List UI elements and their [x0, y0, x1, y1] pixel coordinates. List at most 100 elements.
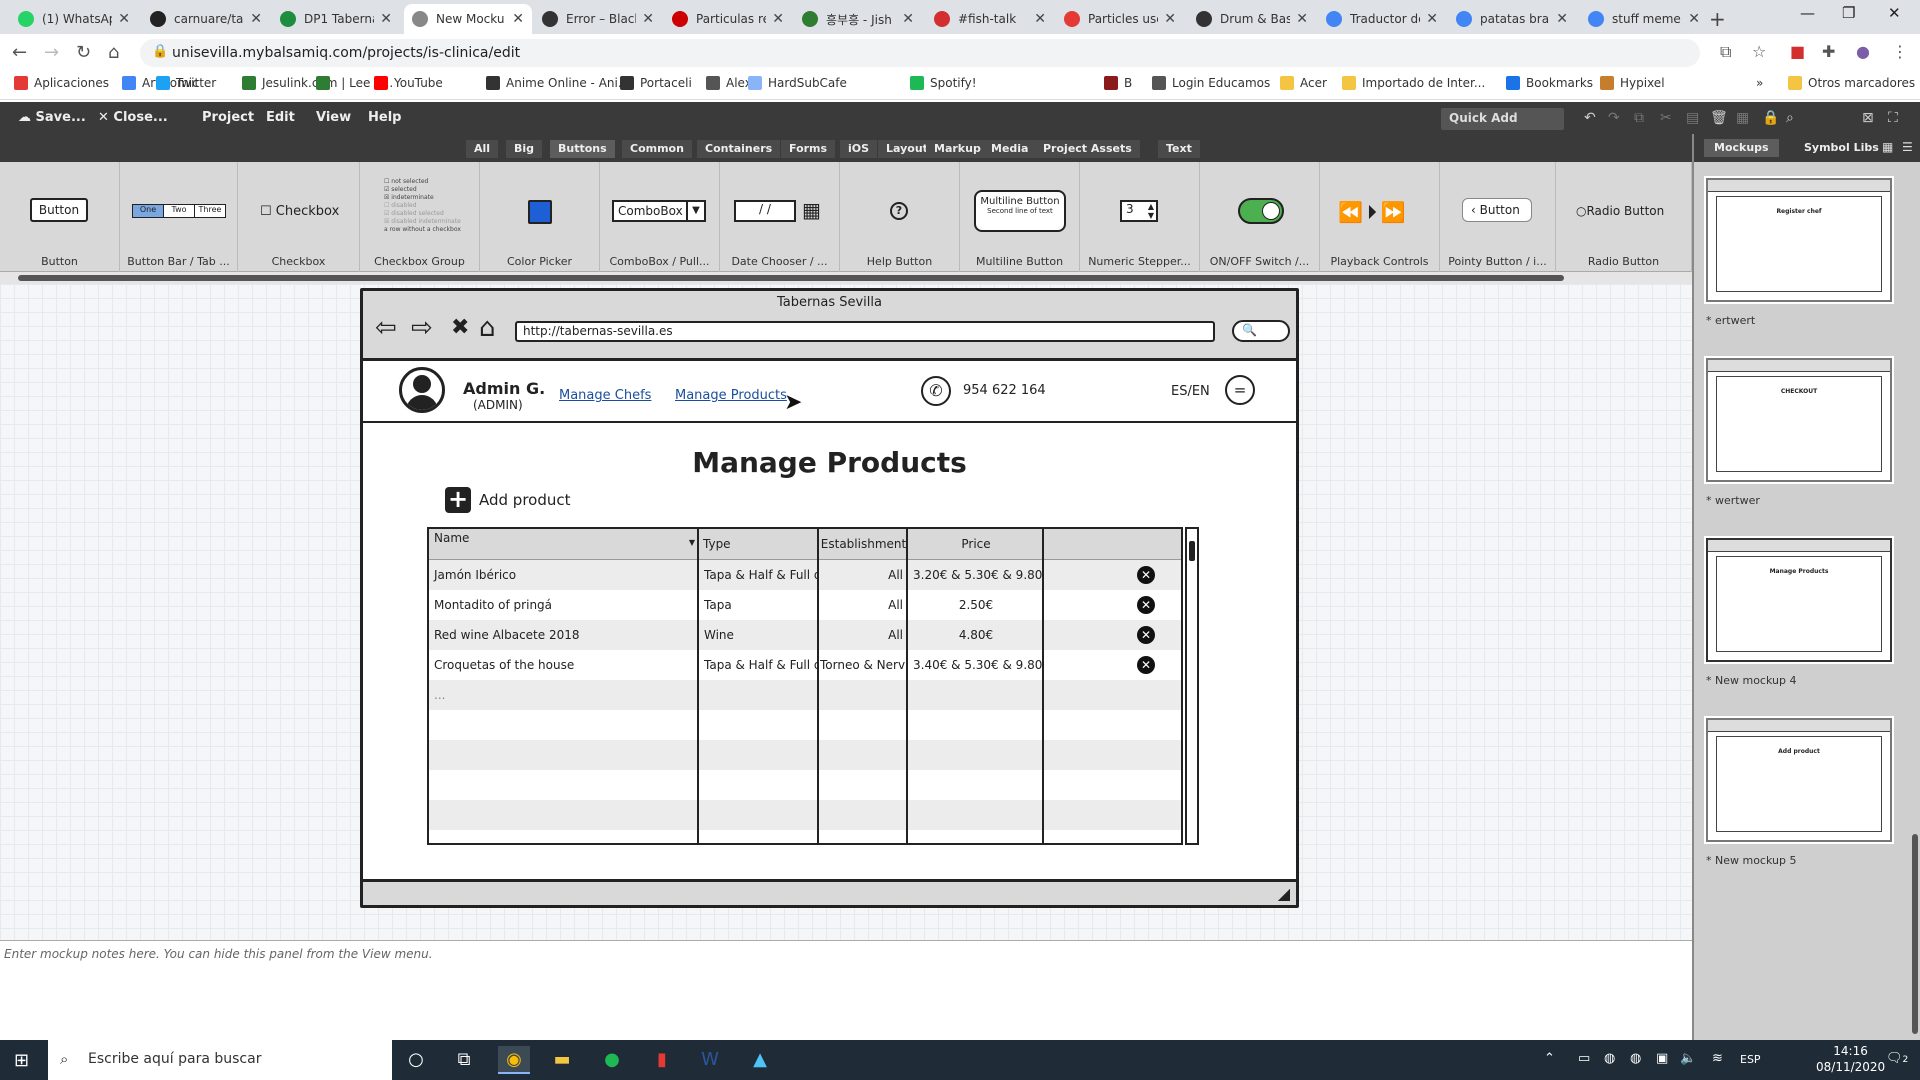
bookmark-item[interactable]: Aplicaciones	[14, 76, 109, 90]
undo-icon[interactable]: ↶	[1584, 110, 1596, 126]
table-row[interactable]: Croquetas of the house Tapa & Half & Ful…	[429, 650, 1181, 680]
lib-date-chooser[interactable]: / / ▦ Date Chooser / ...	[720, 162, 840, 272]
bookmark-item[interactable]	[316, 76, 336, 90]
list-view-icon[interactable]: ☰	[1902, 140, 1913, 154]
products-table[interactable]: Name ▼ Type Establishment Price Jamón Ibé…	[427, 527, 1183, 845]
lib-on-off-switch[interactable]: ON/OFF Switch /...	[1200, 162, 1320, 272]
tab-close-icon[interactable]: ✕	[250, 11, 262, 27]
zoom-icon[interactable]: ⌕	[1786, 110, 1794, 126]
browser-tab[interactable]: (1) WhatsAp ✕	[10, 4, 138, 34]
lib-help-button[interactable]: ? Help Button	[840, 162, 960, 272]
bookmark-item[interactable]: Twitter	[156, 76, 216, 90]
browser-tab[interactable]: Traductor de ✕	[1318, 4, 1446, 34]
tray-app-icon[interactable]: ◍	[1604, 1051, 1615, 1066]
lib-button-bar[interactable]: One Two Three Button Bar / Tab ...	[120, 162, 238, 272]
category-tab[interactable]: All	[466, 140, 499, 158]
tab-close-icon[interactable]: ✕	[902, 11, 914, 27]
word-icon[interactable]: W	[694, 1046, 726, 1074]
restore-icon[interactable]: ❐	[1842, 4, 1855, 22]
lib-button[interactable]: Button Button	[0, 162, 120, 272]
tab-close-icon[interactable]: ✕	[380, 11, 392, 27]
display-icon[interactable]: ▣	[1656, 1051, 1668, 1066]
wifi-icon[interactable]: ≋	[1712, 1051, 1723, 1066]
language-switch[interactable]: ES/EN	[1171, 384, 1210, 399]
grid-view-icon[interactable]: ▦	[1882, 140, 1893, 154]
category-tab[interactable]: iOS	[840, 140, 878, 158]
close-button[interactable]: ✕ Close...	[98, 110, 168, 125]
lib-pointy-button[interactable]: ‹ Button Pointy Button / i...	[1440, 162, 1556, 272]
bookmark-item[interactable]: Anime Online - Ani...	[486, 76, 629, 90]
browser-tab[interactable]: New Mocku ✕	[404, 4, 532, 34]
menu-edit[interactable]: Edit	[266, 110, 295, 125]
mockup-thumbnail-active[interactable]: Manage Products	[1706, 538, 1892, 662]
category-tab[interactable]: Containers	[697, 140, 781, 158]
browser-tab[interactable]: patatas bra ✕	[1448, 4, 1576, 34]
category-tab[interactable]: Big	[506, 140, 543, 158]
browser-tab[interactable]: Error – Black ✕	[534, 4, 662, 34]
address-bar[interactable]: 🔒 unisevilla.mybalsamiq.com/projects/is-…	[140, 39, 1700, 67]
browser-tab[interactable]: Particles use ✕	[1056, 4, 1184, 34]
tab-close-icon[interactable]: ✕	[1426, 11, 1438, 27]
library-scroll-thumb[interactable]	[18, 275, 1564, 281]
mockup-label[interactable]: * New mockup 5	[1706, 854, 1796, 867]
clock[interactable]: 14:16 08/11/2020	[1816, 1043, 1885, 1075]
bookmark-item[interactable]: Acer	[1280, 76, 1327, 90]
menu-help[interactable]: Help	[368, 110, 401, 125]
library-scrollbar[interactable]	[0, 272, 1692, 284]
minimize-icon[interactable]: —	[1800, 4, 1815, 22]
tab-close-icon[interactable]: ✕	[512, 11, 524, 27]
col-header-price[interactable]: Price	[908, 529, 1044, 560]
tab-close-icon[interactable]: ✕	[1556, 11, 1568, 27]
battery-icon[interactable]: ▭	[1578, 1051, 1590, 1066]
new-tab-button[interactable]: +	[1709, 7, 1726, 31]
col-header-type[interactable]: Type	[699, 529, 819, 560]
menu-project[interactable]: Project	[202, 110, 254, 125]
tab-close-icon[interactable]: ✕	[772, 11, 784, 27]
other-bookmarks[interactable]: Otros marcadores	[1788, 76, 1915, 90]
mockup-browser-window[interactable]: Tabernas Sevilla ⇦ ⇨ ✖ ⌂ http://tabernas…	[360, 288, 1299, 908]
lock-element-icon[interactable]: 🔒	[1762, 110, 1779, 126]
table-row[interactable]: ...	[429, 680, 1181, 710]
tab-symbol-libs[interactable]: Symbol Libs	[1794, 139, 1889, 157]
delete-row-icon[interactable]: ✕	[1137, 566, 1155, 584]
col-header-establishment[interactable]: Establishment	[819, 529, 908, 560]
copy-icon[interactable]: ⧉	[1634, 110, 1644, 126]
paste-icon[interactable]: ▤	[1686, 110, 1699, 126]
cut-icon[interactable]: ✂	[1660, 110, 1672, 126]
save-button[interactable]: ☁ Save...	[18, 110, 86, 125]
forward-icon[interactable]: →	[44, 42, 59, 63]
volume-icon[interactable]: 🔈	[1680, 1051, 1696, 1066]
menu-icon[interactable]: =	[1225, 375, 1255, 405]
lib-radio-button[interactable]: ○Radio Button Radio Button	[1556, 162, 1692, 272]
spotify-icon[interactable]: ●	[596, 1046, 628, 1074]
bookmarks-overflow-icon[interactable]: »	[1756, 76, 1763, 90]
delete-row-icon[interactable]: ✕	[1137, 596, 1155, 614]
mockup-label[interactable]: * wertwer	[1706, 494, 1760, 507]
windows-start-icon[interactable]: ⊞	[14, 1050, 29, 1071]
category-tab[interactable]: Forms	[781, 140, 836, 158]
browser-tab[interactable]: Particulas re ✕	[664, 4, 792, 34]
bookmark-item[interactable]: Portaceli	[620, 76, 692, 90]
tab-close-icon[interactable]: ✕	[642, 11, 654, 27]
cortana-icon[interactable]: ○	[400, 1046, 432, 1074]
plus-icon[interactable]: +	[445, 487, 471, 513]
add-product-label[interactable]: Add product	[479, 491, 571, 509]
back-icon[interactable]: ←	[12, 42, 27, 63]
home-icon[interactable]: ⌂	[108, 42, 119, 63]
browser-tab[interactable]: carnuare/tal ✕	[142, 4, 270, 34]
mockup-canvas[interactable]: Tabernas Sevilla ⇦ ⇨ ✖ ⌂ http://tabernas…	[0, 284, 1692, 940]
bookmark-item[interactable]: Spotify!	[910, 76, 977, 90]
mockup-thumbnail[interactable]: CHECKOUT	[1706, 358, 1892, 482]
browser-tab[interactable]: #fish-talk ✕	[926, 4, 1054, 34]
profile-avatar[interactable]: ●	[1856, 42, 1870, 61]
office-icon[interactable]: ▮	[646, 1046, 678, 1074]
browser-tab[interactable]: 흥부흥 - Jish ✕	[794, 4, 922, 34]
group-icon[interactable]: ▦	[1736, 110, 1749, 126]
tab-mockups[interactable]: Mockups	[1704, 139, 1779, 157]
nav-link-manage-products[interactable]: Manage Products	[675, 388, 787, 403]
table-row[interactable]: Montadito of pringá Tapa All 2.50€ ✕	[429, 590, 1181, 620]
browser-tab[interactable]: Drum & Bas ✕	[1188, 4, 1316, 34]
lib-playback-controls[interactable]: ⏪⏵⏩ Playback Controls	[1320, 162, 1440, 272]
lib-color-picker[interactable]: Color Picker	[480, 162, 600, 272]
tab-close-icon[interactable]: ✕	[1688, 11, 1700, 27]
